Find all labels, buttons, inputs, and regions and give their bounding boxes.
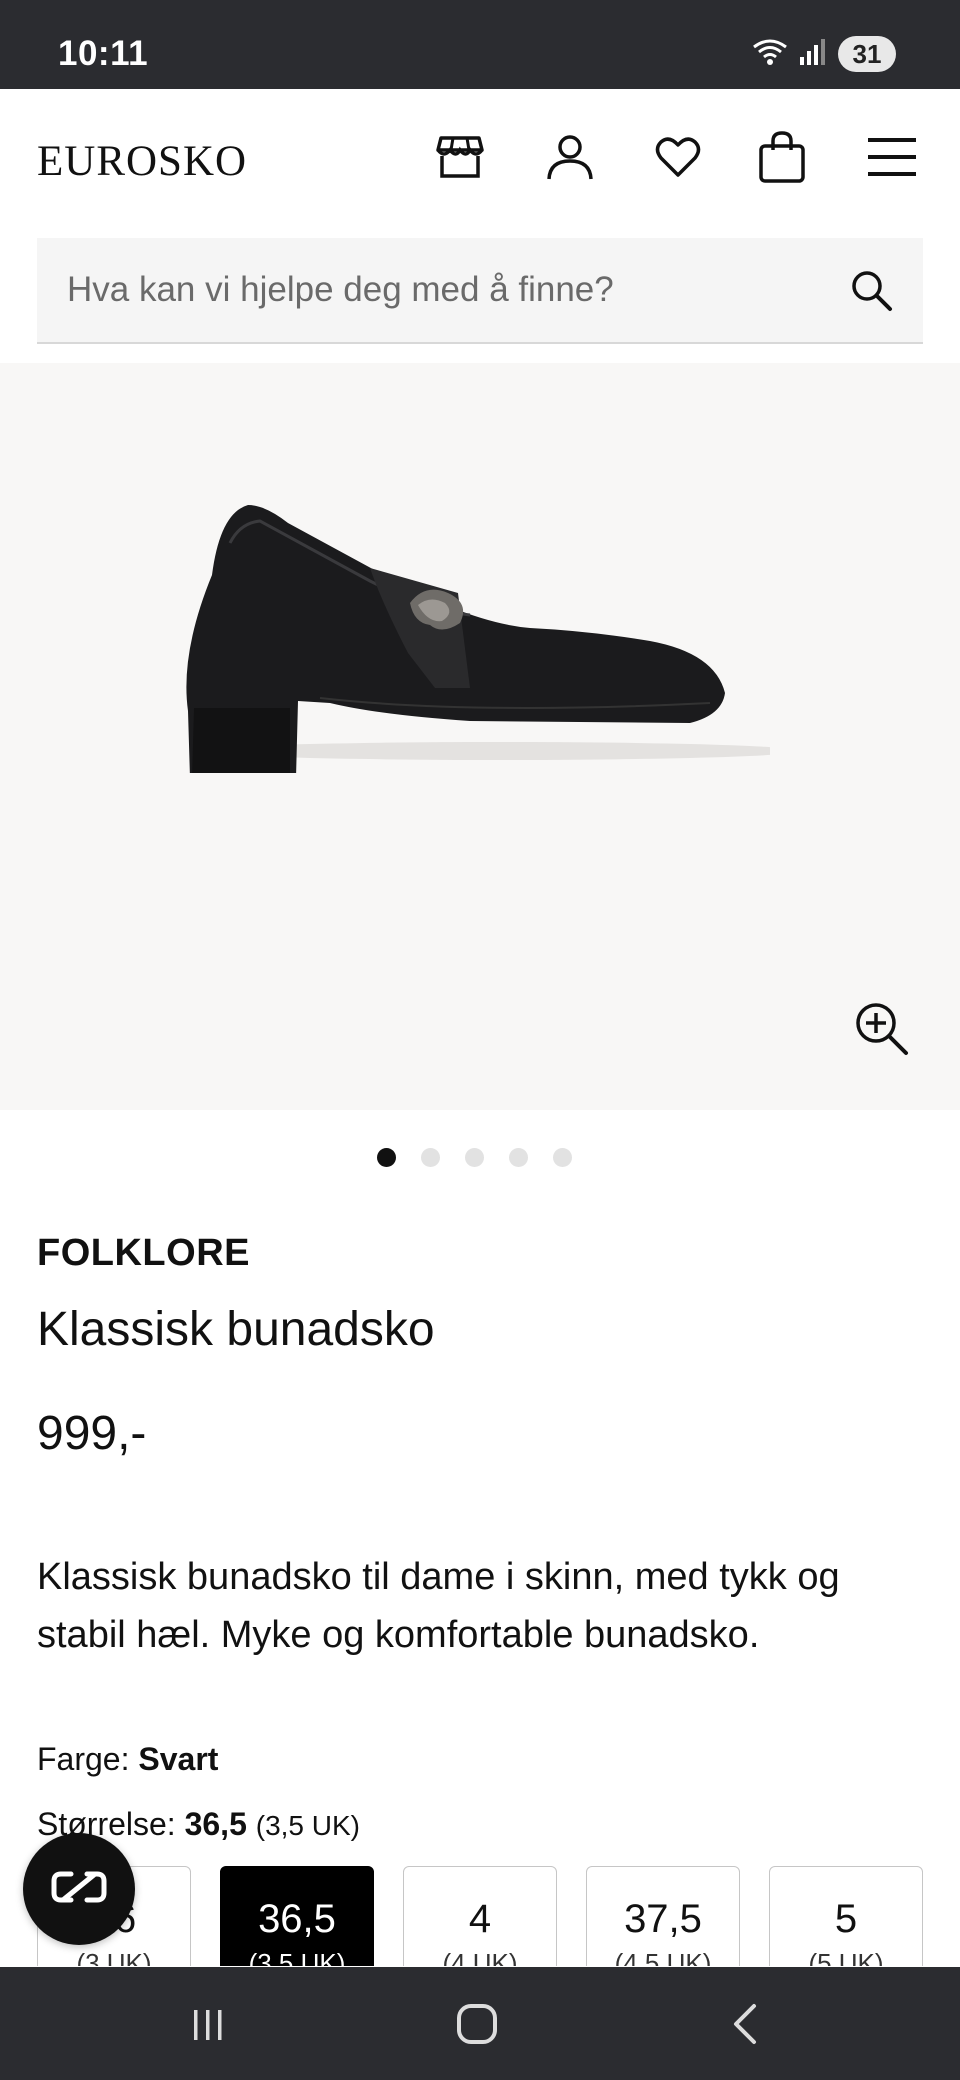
status-icons: 31 [752,36,896,72]
user-icon[interactable] [542,129,598,185]
carousel-dot[interactable] [508,1148,528,1167]
product-image [186,505,770,773]
chat-button[interactable] [23,1833,135,1945]
size-option-eu: 37,5 [624,1897,702,1941]
size-option-uk: (4,5 UK) [614,1948,712,1966]
carousel-indicators [0,1148,960,1167]
heart-icon[interactable] [650,129,706,185]
size-value-uk: (3,5 UK) [255,1810,360,1841]
size-option-uk: (4 UK) [442,1948,518,1966]
product-title: Klassisk bunadsko [37,1303,435,1356]
size-option[interactable]: 4 (4 UK) [403,1866,557,1966]
size-option-eu: 5 [834,1897,858,1941]
search-input[interactable] [37,238,837,342]
store-icon[interactable] [432,129,488,185]
product-description: Klassisk bunadsko til dame i skinn, med … [37,1556,840,1656]
hamburger-menu-icon[interactable] [864,129,920,185]
product-gallery[interactable] [0,363,960,1110]
size-options: 36 (3 UK) 36,5 (3,5 UK) 4 (4 UK) 37,5 (4… [37,1866,923,1966]
color-selection: Farge: Svart [37,1741,218,1778]
wifi-icon [752,37,788,72]
carousel-dot[interactable] [464,1148,484,1167]
search-bar [37,238,923,344]
size-option-uk: (3,5 UK) [248,1948,346,1966]
zoom-in-icon[interactable] [852,999,912,1059]
size-option-eu: 36,5 [258,1897,336,1941]
status-bar: 10:11 31 [0,0,960,89]
signal-icon [798,37,828,72]
size-option[interactable]: 37,5 (4,5 UK) [586,1866,740,1966]
carousel-dot[interactable] [552,1148,572,1167]
recent-apps-icon[interactable] [178,1999,238,2049]
color-value: Svart [138,1741,219,1777]
size-option-eu: 4 [468,1897,492,1941]
carousel-dot[interactable] [376,1148,396,1167]
size-value: 36,5 [184,1806,247,1842]
search-icon[interactable] [849,268,895,314]
size-option-uk: (3 UK) [76,1948,152,1966]
status-time: 10:11 [58,34,149,73]
shopping-bag-icon[interactable] [754,129,810,185]
carousel-dot[interactable] [420,1148,440,1167]
size-option-selected[interactable]: 36,5 (3,5 UK) [220,1866,374,1966]
site-header: EUROSKO [0,89,960,229]
logo[interactable]: EUROSKO [37,137,247,186]
product-brand[interactable]: FOLKLORE [37,1232,250,1275]
back-icon[interactable] [716,1999,776,2049]
color-label: Farge: [37,1741,130,1777]
size-option[interactable]: 5 (5 UK) [769,1866,923,1966]
chat-icon [51,1870,107,1909]
product-price: 999,- [37,1407,147,1460]
home-icon[interactable] [447,1999,507,2049]
system-navigation-bar [0,1967,960,2080]
battery-indicator: 31 [838,36,896,72]
size-option-uk: (5 UK) [808,1948,884,1966]
